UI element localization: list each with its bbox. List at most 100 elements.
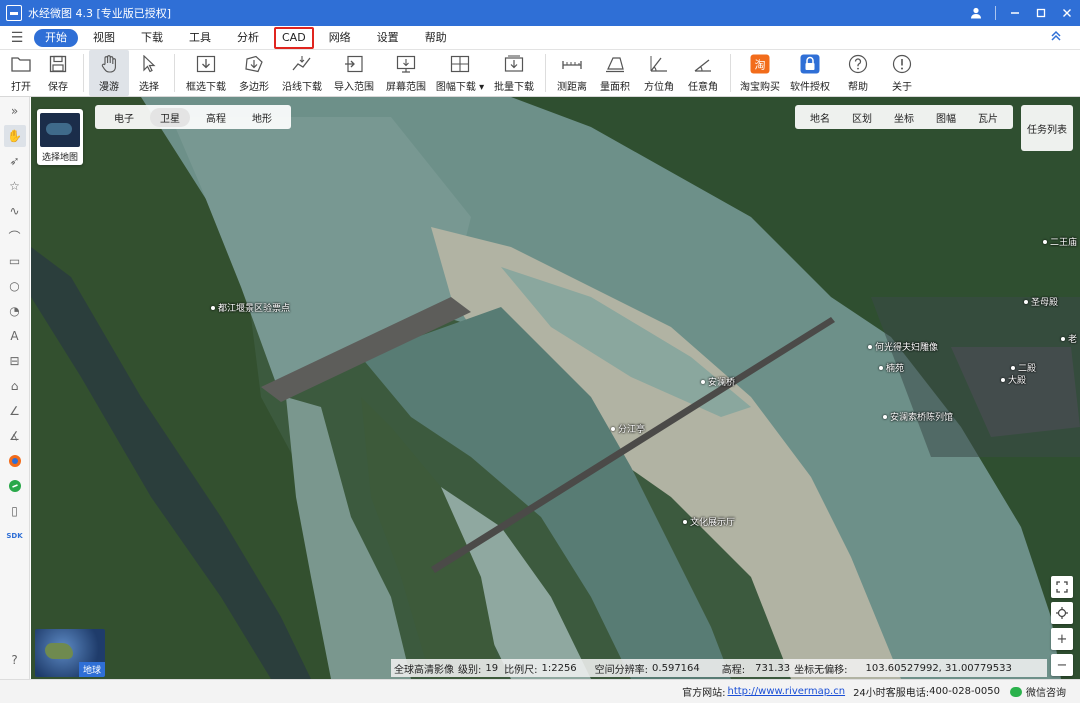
tab-analysis[interactable]: 分析: [226, 29, 270, 47]
user-icon[interactable]: [963, 0, 989, 26]
polyline-icon[interactable]: ∿: [4, 200, 26, 222]
poi-name: 文化展示厅: [690, 518, 736, 528]
mobile-icon[interactable]: ▯: [4, 500, 26, 522]
box-download-icon: [195, 53, 217, 75]
tab-download[interactable]: 下载: [130, 29, 174, 47]
layer-tiles[interactable]: 瓦片: [967, 110, 1009, 125]
poi-label[interactable]: 安澜索桥陈列馆: [883, 410, 953, 423]
taobao-buy-button[interactable]: 淘 淘宝购买: [736, 50, 784, 96]
poi-label[interactable]: 何光得夫妇雕像: [868, 340, 938, 353]
map-type-elevation[interactable]: 高程: [196, 108, 236, 127]
open-button[interactable]: 打开: [4, 50, 38, 96]
wechat-consult-link[interactable]: 微信咨询: [1026, 684, 1066, 699]
azimuth-button[interactable]: 方位角: [637, 50, 681, 96]
cursor-icon[interactable]: ➶: [4, 150, 26, 172]
tab-cad[interactable]: CAD: [274, 26, 314, 49]
select-button[interactable]: 选择: [129, 50, 169, 96]
expand-panel-icon[interactable]: »: [4, 100, 26, 122]
layer-divisions[interactable]: 区划: [841, 110, 883, 125]
polygon-download-label: 多边形: [239, 82, 269, 93]
license-label: 软件授权: [790, 82, 830, 93]
help-icon[interactable]: ?: [4, 649, 26, 671]
hand-icon[interactable]: ✋: [3, 125, 26, 147]
measure-distance-icon[interactable]: ⊟: [4, 350, 26, 372]
tab-start[interactable]: 开始: [34, 28, 78, 47]
azimuth-icon[interactable]: ∠: [4, 400, 26, 422]
hamburger-menu-icon[interactable]: ☰: [0, 30, 34, 46]
map-view[interactable]: 选择地图 电子 卫星 高程 地形 地名 区划 坐标 图幅 瓦片 任务列表 都江堰…: [31, 97, 1080, 679]
measure-area-icon: [604, 53, 626, 75]
map-type-terrain[interactable]: 地形: [242, 108, 282, 127]
tab-settings[interactable]: 设置: [366, 29, 410, 47]
poi-label[interactable]: 分江亭: [611, 422, 645, 435]
taobao-icon[interactable]: [4, 450, 26, 472]
poi-label[interactable]: 安澜桥: [701, 375, 735, 388]
polygon-icon[interactable]: ⌒: [4, 225, 26, 247]
any-angle-icon[interactable]: ∡: [4, 425, 26, 447]
poi-label[interactable]: 楠苑: [879, 361, 904, 374]
poi-dot-icon: [1024, 299, 1028, 304]
batch-download-button[interactable]: 批量下载: [488, 50, 540, 96]
select-map-button[interactable]: 选择地图: [37, 109, 83, 165]
titlebar-divider: [995, 6, 996, 20]
zoom-out-icon[interactable]: −: [1051, 654, 1073, 676]
globe-view-button[interactable]: 地球: [35, 629, 105, 677]
poi-name: 大殿: [1008, 376, 1027, 386]
license-button[interactable]: 软件授权: [784, 50, 836, 96]
pan-label: 漫游: [99, 82, 119, 93]
help-button[interactable]: 帮助: [836, 50, 880, 96]
fullscreen-icon[interactable]: [1051, 576, 1073, 598]
any-angle-button[interactable]: 任意角: [681, 50, 725, 96]
maximize-button[interactable]: [1028, 0, 1054, 26]
text-label-icon[interactable]: A: [4, 325, 26, 347]
save-button[interactable]: 保存: [38, 50, 78, 96]
pan-button[interactable]: 漫游: [89, 50, 129, 96]
collapse-ribbon-icon[interactable]: [1050, 30, 1062, 45]
screen-range-button[interactable]: 屏幕范围: [380, 50, 432, 96]
poi-label[interactable]: 都江堰景区验票点: [211, 301, 290, 314]
measure-distance-button[interactable]: 测距离: [551, 50, 593, 96]
toolbar-divider: [545, 54, 546, 92]
close-button[interactable]: [1054, 0, 1080, 26]
imagery-source: 全球高清影像: [394, 664, 454, 676]
poi-label[interactable]: 文化展示厅: [683, 515, 735, 528]
minimize-button[interactable]: [1002, 0, 1028, 26]
layer-sheets[interactable]: 图幅: [925, 110, 967, 125]
locate-icon[interactable]: [1051, 602, 1073, 624]
link-icon[interactable]: [4, 475, 26, 497]
help-icon: [847, 53, 869, 75]
poi-label[interactable]: 二王庙: [1043, 235, 1077, 248]
layer-place-names[interactable]: 地名: [799, 110, 841, 125]
star-marker-icon[interactable]: ☆: [4, 175, 26, 197]
map-type-vector[interactable]: 电子: [104, 108, 144, 127]
zoom-in-icon[interactable]: +: [1051, 628, 1073, 650]
map-type-satellite[interactable]: 卫星: [150, 107, 190, 127]
tab-view[interactable]: 视图: [82, 29, 126, 47]
website-link[interactable]: http://www.rivermap.cn: [728, 686, 846, 697]
sdk-icon[interactable]: SDK: [4, 525, 26, 547]
tab-help[interactable]: 帮助: [414, 29, 458, 47]
import-range-button[interactable]: 导入范围: [328, 50, 380, 96]
circle-icon[interactable]: ○: [4, 275, 26, 297]
rectangle-icon[interactable]: ▭: [4, 250, 26, 272]
about-button[interactable]: 关于: [880, 50, 924, 96]
line-download-button[interactable]: 沿线下载: [276, 50, 328, 96]
title-bar: 水经微图 4.3 [专业版已授权]: [0, 0, 1080, 26]
poi-label[interactable]: 大殿: [1001, 373, 1026, 386]
tab-tools[interactable]: 工具: [178, 29, 222, 47]
polygon-download-button[interactable]: 多边形: [232, 50, 276, 96]
poi-label[interactable]: 圣母殿: [1024, 295, 1058, 308]
layer-coordinates[interactable]: 坐标: [883, 110, 925, 125]
app-logo-icon: [6, 5, 22, 21]
poi-label[interactable]: 老: [1061, 332, 1077, 345]
sheet-download-button[interactable]: 图幅下载 ▾: [432, 50, 488, 96]
taobao-icon: 淘: [749, 53, 771, 75]
measure-area-icon[interactable]: ⌂: [4, 375, 26, 397]
measure-area-button[interactable]: 量面积: [593, 50, 637, 96]
task-list-button[interactable]: 任务列表: [1021, 105, 1073, 151]
level-label: 级别:: [458, 664, 482, 676]
box-download-button[interactable]: 框选下载: [180, 50, 232, 96]
tab-network[interactable]: 网络: [318, 29, 362, 47]
sector-icon[interactable]: ◔: [4, 300, 26, 322]
toolbar-divider: [174, 54, 175, 92]
